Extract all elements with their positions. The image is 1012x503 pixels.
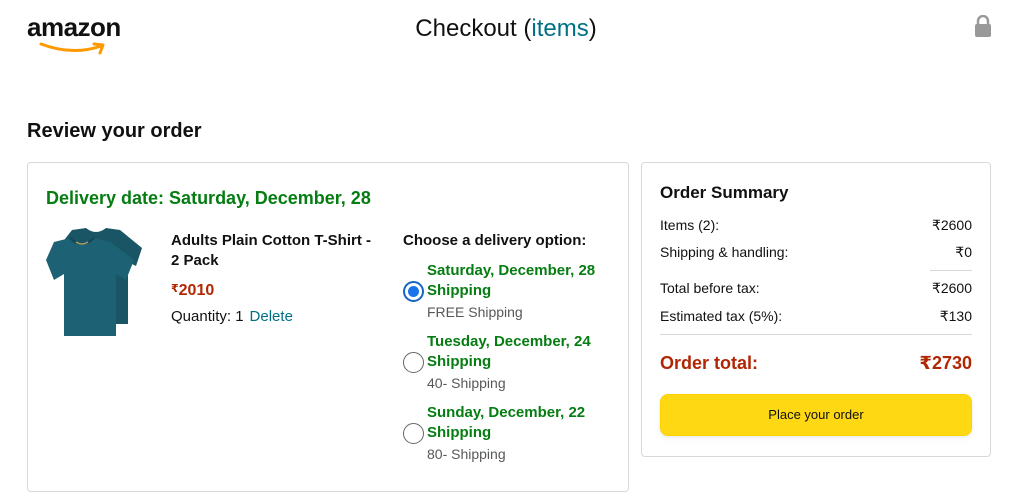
summary-divider — [660, 334, 972, 335]
order-summary-box: Order Summary Items (2): ₹2600 Shipping … — [641, 162, 991, 457]
summary-items-row: Items (2): ₹2600 — [660, 215, 972, 235]
delivery-option-date: Sunday, December, 22 — [427, 404, 586, 421]
product-image[interactable] — [44, 228, 148, 340]
order-total-row: Order total: ₹2730 — [660, 352, 972, 374]
product-price: ₹2010 — [171, 281, 381, 301]
summary-items-label: Items (2): — [660, 217, 720, 233]
delivery-option-cost: 80- Shipping — [427, 446, 506, 462]
delivery-options: Choose a delivery option: Saturday, Dece… — [403, 231, 623, 474]
page-title: Checkout (items) — [0, 14, 1012, 44]
summary-shipping-label: Shipping & handling: — [660, 244, 789, 260]
delivery-option-text: Sunday, December, 22 Shipping 80- Shippi… — [427, 403, 585, 465]
delivery-options-heading: Choose a delivery option: — [403, 232, 587, 249]
summary-shipping-value: ₹0 — [955, 244, 972, 260]
review-heading: Review your order — [27, 120, 202, 142]
delivery-option-type: Shipping — [427, 353, 492, 370]
summary-before-tax-value: ₹2600 — [931, 280, 972, 296]
delivery-option[interactable]: Sunday, December, 22 Shipping 80- Shippi… — [403, 403, 623, 474]
order-total-value: ₹2730 — [919, 353, 972, 373]
product-quantity: Quantity: 1 Delete — [171, 307, 381, 327]
summary-tax-row: Estimated tax (5%): ₹130 — [660, 306, 972, 326]
delivery-option[interactable]: Saturday, December, 28 Shipping FREE Shi… — [403, 261, 623, 332]
delivery-option-radio[interactable] — [403, 352, 424, 373]
summary-tax-label: Estimated tax (5%): — [660, 308, 783, 324]
delivery-option-date: Tuesday, December, 24 — [427, 333, 591, 350]
delivery-option-text: Tuesday, December, 24 Shipping 40- Shipp… — [427, 332, 591, 394]
delivery-option-date: Saturday, December, 28 — [427, 262, 596, 279]
summary-items-value: ₹2600 — [931, 217, 972, 233]
summary-short-divider — [930, 270, 972, 271]
summary-shipping-row: Shipping & handling: ₹0 — [660, 242, 972, 262]
delivery-date: Delivery date: Saturday, December, 28 — [46, 188, 371, 208]
order-box: Delivery date: Saturday, December, 28 Ad… — [27, 162, 629, 492]
items-link[interactable]: items — [531, 15, 588, 42]
delivery-option-radio[interactable] — [403, 423, 424, 444]
delivery-option-cost: FREE Shipping — [427, 304, 523, 320]
product-name[interactable]: Adults Plain Cotton T-Shirt - 2 Pack — [171, 231, 381, 271]
delivery-option[interactable]: Tuesday, December, 24 Shipping 40- Shipp… — [403, 332, 623, 403]
delivery-option-type: Shipping — [427, 424, 492, 441]
summary-tax-value: ₹130 — [939, 308, 972, 324]
summary-before-tax-label: Total before tax: — [660, 280, 760, 296]
product-info: Adults Plain Cotton T-Shirt - 2 Pack ₹20… — [171, 231, 381, 327]
delivery-option-type: Shipping — [427, 282, 492, 299]
quantity-label: Quantity: 1 — [171, 308, 244, 325]
delivery-option-cost: 40- Shipping — [427, 375, 506, 391]
price-value: 2010 — [178, 282, 215, 299]
title-prefix: Checkout ( — [415, 15, 532, 42]
place-order-button[interactable]: Place your order — [660, 394, 972, 436]
order-summary-heading: Order Summary — [660, 183, 789, 202]
title-suffix: ) — [588, 15, 597, 42]
lock-icon — [975, 15, 991, 37]
header: amazon Checkout (items) — [0, 0, 1012, 60]
summary-before-tax-row: Total before tax: ₹2600 — [660, 278, 972, 298]
delivery-option-radio[interactable] — [403, 281, 424, 302]
delete-link[interactable]: Delete — [250, 308, 293, 325]
currency-symbol: ₹ — [171, 283, 179, 295]
order-total-label: Order total: — [660, 353, 759, 373]
delivery-option-text: Saturday, December, 28 Shipping FREE Shi… — [427, 261, 595, 323]
